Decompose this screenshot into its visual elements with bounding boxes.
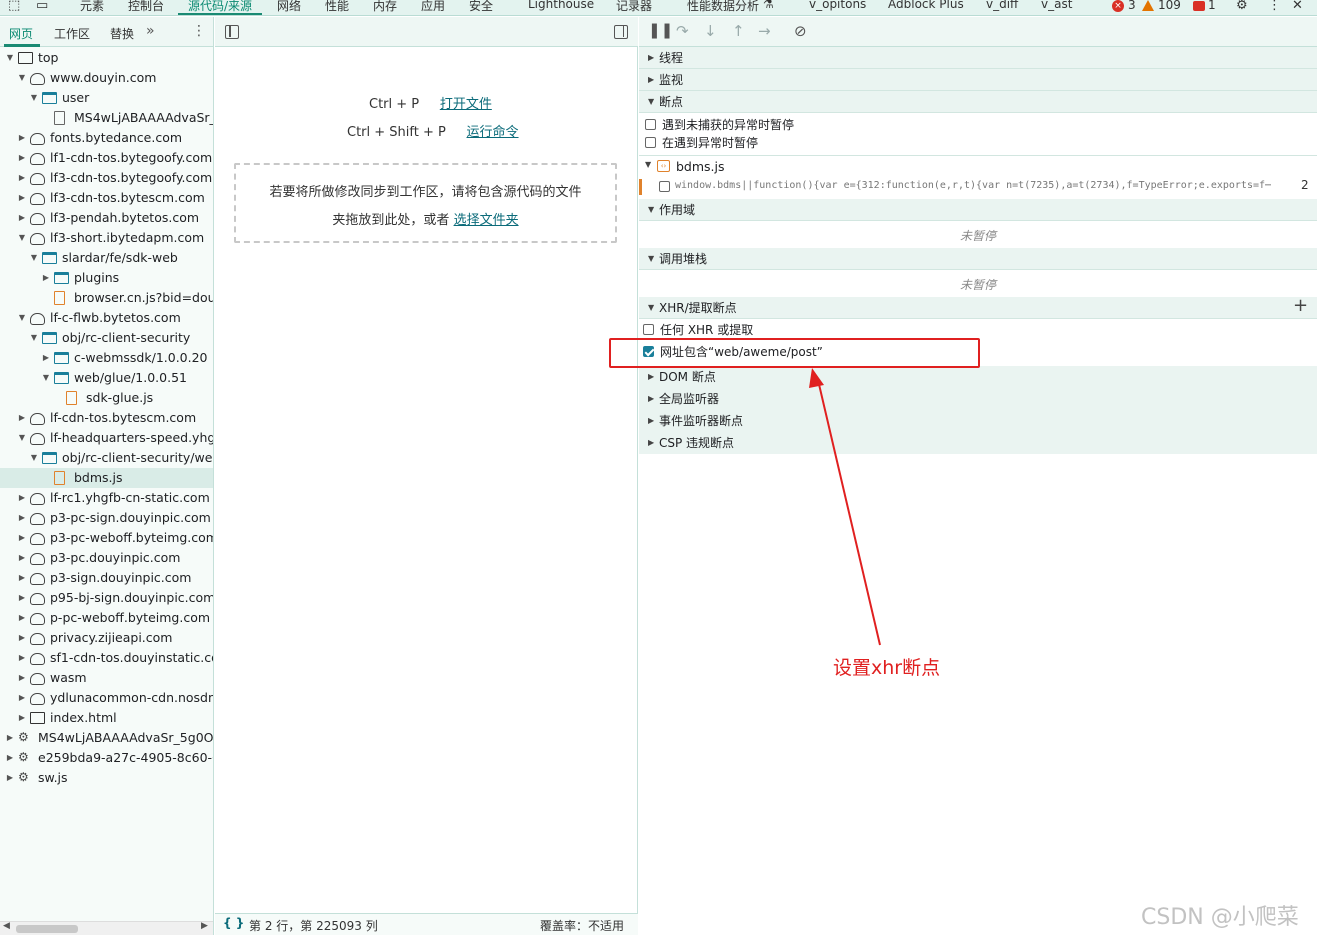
annotation-arrow: [809, 368, 881, 646]
watermark: CSDN @小爬菜: [1141, 905, 1299, 930]
annotation-label: 设置xhr断点: [833, 657, 941, 679]
